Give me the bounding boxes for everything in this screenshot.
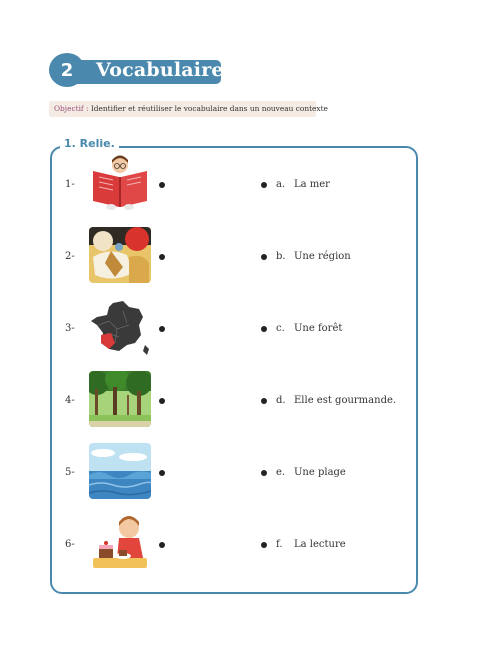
answer-letter: f. <box>276 539 283 550</box>
answer-text: Une forêt <box>294 323 343 334</box>
match-dot-right[interactable] <box>261 470 267 476</box>
section-number-badge: 2 <box>49 53 85 87</box>
section-header: 2 Vocabulaire <box>49 53 224 87</box>
answer-text: Une plage <box>294 467 346 478</box>
item-number: 1- <box>65 179 75 190</box>
answer-letter: b. <box>276 251 286 262</box>
match-dot-left[interactable] <box>159 254 165 260</box>
france-map-icon <box>89 299 151 355</box>
objective-strip: Objectif : Identifier et réutiliser le v… <box>49 101 328 117</box>
match-dot-right[interactable] <box>261 542 267 548</box>
item-number: 5- <box>65 467 75 478</box>
match-row: 1- a. La mer <box>0 155 480 215</box>
pastries-icon <box>89 227 151 283</box>
section-title: Vocabulaire <box>96 59 224 81</box>
answer-letter: c. <box>276 323 285 334</box>
item-number: 6- <box>65 539 75 550</box>
match-row: 3- c. Une forêt <box>0 299 480 359</box>
section-number: 2 <box>60 59 74 81</box>
exercise-title: 1. Relie. <box>60 137 119 150</box>
forest-icon <box>89 371 151 427</box>
answer-letter: e. <box>276 467 286 478</box>
match-row: 2- b. Une région <box>0 227 480 287</box>
match-row: 4- d. Elle est gourmande. <box>0 371 480 431</box>
answer-letter: a. <box>276 179 286 190</box>
match-dot-left[interactable] <box>159 182 165 188</box>
child-reading-book-icon <box>89 155 151 211</box>
match-dot-right[interactable] <box>261 182 267 188</box>
match-row: 5- e. Une plage <box>0 443 480 503</box>
item-number: 4- <box>65 395 75 406</box>
match-dot-left[interactable] <box>159 326 165 332</box>
match-dot-right[interactable] <box>261 254 267 260</box>
item-number: 3- <box>65 323 75 334</box>
match-dot-left[interactable] <box>159 398 165 404</box>
match-dot-right[interactable] <box>261 398 267 404</box>
answer-text: Une région <box>294 251 351 262</box>
match-dot-left[interactable] <box>159 542 165 548</box>
answer-letter: d. <box>276 395 286 406</box>
match-dot-left[interactable] <box>159 470 165 476</box>
child-eating-cake-icon <box>89 514 151 570</box>
sea-waves-icon <box>89 443 151 499</box>
objective-text: Identifier et réutiliser le vocabulaire … <box>90 104 328 113</box>
match-dot-right[interactable] <box>261 326 267 332</box>
answer-text: La lecture <box>294 539 346 550</box>
answer-text: Elle est gourmande. <box>294 395 397 406</box>
objective-label: Objectif : <box>54 104 89 113</box>
item-number: 2- <box>65 251 75 262</box>
answer-text: La mer <box>294 179 330 190</box>
match-row: 6- f. La lecture <box>0 514 480 574</box>
